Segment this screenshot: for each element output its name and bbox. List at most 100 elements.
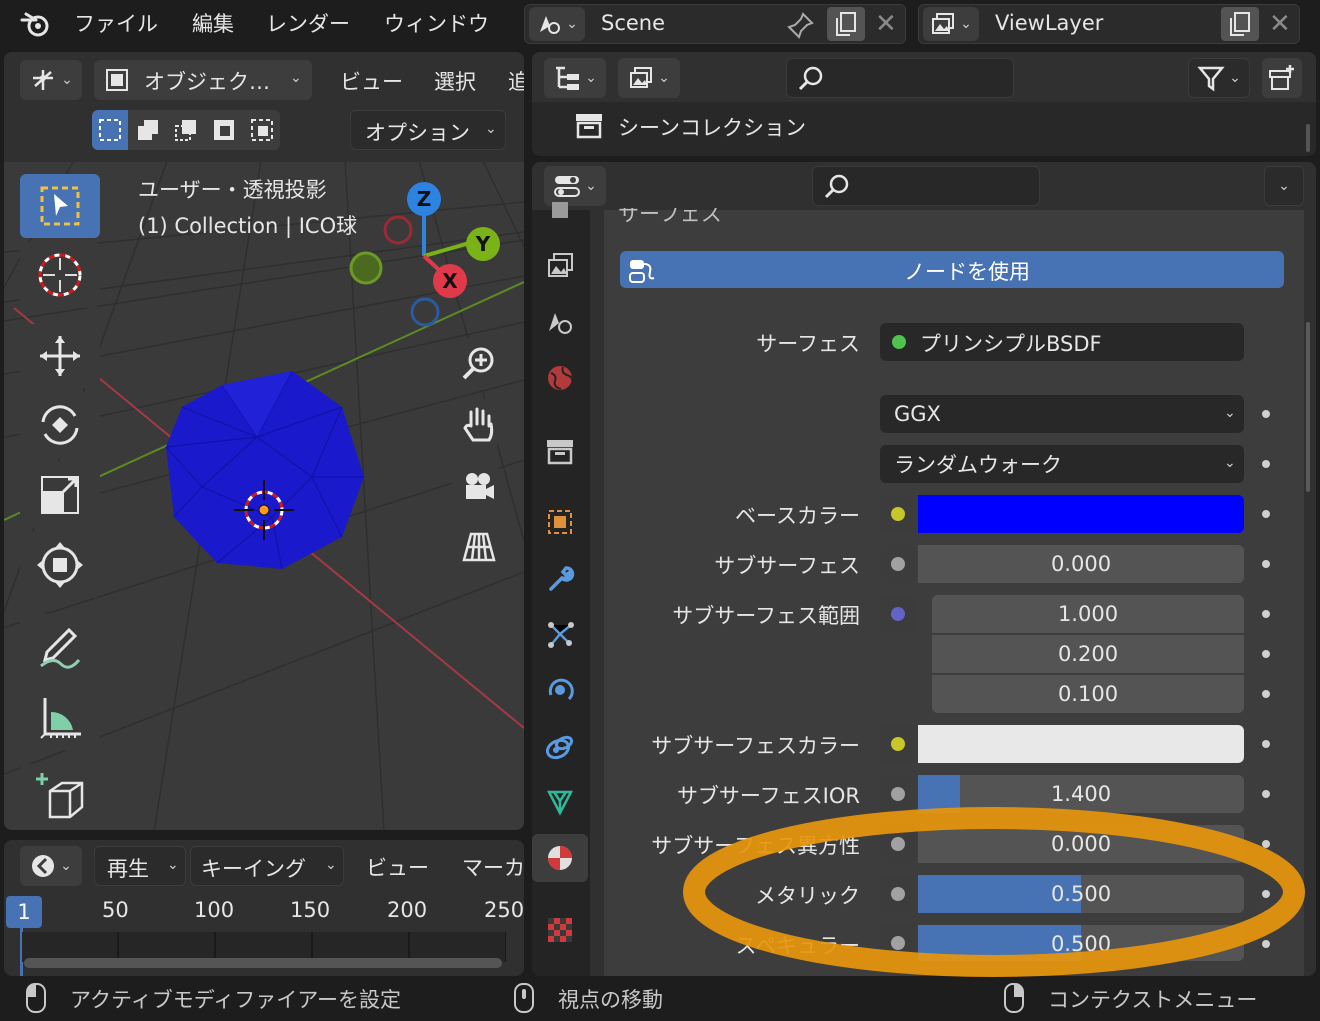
editor-type-dropdown[interactable]: ⌄: [20, 60, 82, 100]
outliner-editor-dropdown[interactable]: ⌄: [544, 58, 606, 98]
new-scene-button[interactable]: [827, 7, 865, 41]
anim-dot[interactable]: [1262, 460, 1270, 468]
anim-dot[interactable]: [1262, 840, 1270, 848]
timeline-scrollbar[interactable]: [24, 958, 502, 968]
tab-tool[interactable]: [536, 198, 584, 222]
tool-add-cube[interactable]: [20, 764, 100, 830]
base-color-socket[interactable]: [880, 495, 916, 533]
specular-socket[interactable]: [880, 925, 916, 961]
anim-dot[interactable]: [1262, 560, 1270, 568]
select-mode-intersect[interactable]: [244, 110, 280, 150]
tool-measure[interactable]: [20, 684, 100, 750]
subsurface-radius-z-field[interactable]: 0.100: [932, 675, 1244, 713]
subsurface-method-dropdown[interactable]: ランダムウォーク ⌄: [880, 445, 1244, 483]
subsurface-anisotropy-socket[interactable]: [880, 825, 916, 863]
tool-select-box[interactable]: [20, 174, 100, 238]
properties-scrollbar[interactable]: [1306, 322, 1310, 492]
new-view-layer-button[interactable]: [1221, 7, 1259, 41]
ico-sphere[interactable]: [162, 367, 368, 573]
anim-dot[interactable]: [1262, 410, 1270, 418]
select-mode-invert[interactable]: [206, 110, 242, 150]
timeline-menu-marker[interactable]: マーカ: [462, 852, 524, 882]
tool-move[interactable]: [20, 324, 100, 388]
subsurface-color-swatch[interactable]: [918, 725, 1244, 763]
subsurface-socket[interactable]: [880, 545, 916, 583]
metallic-socket[interactable]: [880, 875, 916, 913]
new-collection-button[interactable]: [1262, 58, 1302, 98]
gizmo-z-axis[interactable]: Z: [407, 182, 441, 216]
subsurface-color-socket[interactable]: [880, 725, 916, 763]
tab-scene[interactable]: [536, 298, 584, 346]
camera-view-button[interactable]: [452, 460, 506, 514]
specular-field[interactable]: 0.500: [918, 925, 1244, 961]
anim-dot[interactable]: [1262, 790, 1270, 798]
close-icon[interactable]: ✕: [1269, 9, 1291, 39]
keying-menu[interactable]: キーイング ⌄: [190, 846, 344, 886]
tab-world[interactable]: [536, 354, 584, 402]
subsurface-radius-y-field[interactable]: 0.200: [932, 635, 1244, 673]
scene-collection-label[interactable]: シーンコレクション: [618, 112, 806, 142]
close-icon[interactable]: ✕: [875, 9, 897, 39]
menu-window[interactable]: ウィンドウ: [384, 8, 489, 38]
properties-options-dropdown[interactable]: ⌄: [1264, 166, 1304, 206]
gizmo-x-axis[interactable]: X: [433, 264, 467, 298]
subsurface-ior-field[interactable]: 1.400: [918, 775, 1244, 813]
tab-data[interactable]: [536, 778, 584, 826]
subsurface-radius-socket[interactable]: [880, 595, 916, 633]
outliner-scrollbar[interactable]: [1306, 124, 1310, 152]
tab-object[interactable]: [536, 498, 584, 546]
blender-logo-icon[interactable]: [20, 10, 52, 42]
tab-render[interactable]: [536, 242, 584, 290]
scene-type-dropdown[interactable]: ⌄: [529, 7, 585, 41]
tool-scale[interactable]: [20, 462, 100, 528]
gizmo-y-axis[interactable]: Y: [466, 227, 500, 261]
perspective-toggle-button[interactable]: [452, 520, 506, 574]
zoom-button[interactable]: [452, 336, 506, 390]
tab-material[interactable]: [532, 834, 588, 882]
anim-dot[interactable]: [1262, 650, 1270, 658]
anim-dot[interactable]: [1262, 610, 1270, 618]
select-mode-new[interactable]: [92, 110, 128, 150]
tab-modifiers[interactable]: [536, 554, 584, 602]
anim-dot[interactable]: [1262, 940, 1270, 948]
tool-transform[interactable]: [20, 532, 100, 598]
viewport-menu-select[interactable]: 選択: [434, 66, 476, 96]
tab-physics[interactable]: [536, 666, 584, 714]
tool-annotate[interactable]: [20, 614, 100, 680]
section-header-partial[interactable]: サーフェス: [618, 208, 722, 228]
select-mode-extend[interactable]: [130, 110, 166, 150]
current-frame-indicator[interactable]: 1: [6, 896, 42, 928]
tab-particles[interactable]: [536, 610, 584, 658]
filter-dropdown[interactable]: ⌄: [1188, 58, 1250, 98]
menu-edit[interactable]: 編集: [192, 8, 234, 38]
timeline-menu-view[interactable]: ビュー: [366, 852, 429, 882]
view-layer-type-dropdown[interactable]: ⌄: [923, 7, 979, 41]
viewport-menu-add[interactable]: 追: [508, 66, 524, 96]
mode-dropdown[interactable]: オブジェク… ⌄: [94, 60, 312, 100]
tool-cursor[interactable]: [20, 242, 100, 308]
surface-shader-selector[interactable]: プリンシプルBSDF: [880, 323, 1244, 361]
anim-dot[interactable]: [1262, 740, 1270, 748]
viewport-menu-view[interactable]: ビュー: [340, 66, 403, 96]
menu-render[interactable]: レンダー: [266, 8, 350, 38]
subsurface-radius-x-field[interactable]: 1.000: [932, 595, 1244, 633]
scene-name[interactable]: Scene: [601, 11, 665, 35]
timeline-editor-dropdown[interactable]: ⌄: [20, 846, 82, 886]
distribution-dropdown[interactable]: GGX ⌄: [880, 395, 1244, 433]
pan-button[interactable]: [452, 398, 506, 452]
menu-file[interactable]: ファイル: [74, 8, 158, 38]
tool-rotate[interactable]: [20, 392, 100, 458]
options-dropdown[interactable]: オプション ⌄: [350, 110, 506, 150]
playback-menu[interactable]: 再生 ⌄: [94, 846, 186, 886]
subsurface-ior-socket[interactable]: [880, 775, 916, 813]
properties-search-input[interactable]: [812, 166, 1040, 206]
view-layer-name[interactable]: ViewLayer: [995, 11, 1103, 35]
pin-icon[interactable]: [787, 11, 815, 43]
select-mode-subtract[interactable]: [168, 110, 204, 150]
display-mode-dropdown[interactable]: ⌄: [618, 58, 680, 98]
anim-dot[interactable]: [1262, 890, 1270, 898]
anim-dot[interactable]: [1262, 510, 1270, 518]
metallic-field[interactable]: 0.500: [918, 875, 1244, 913]
tab-constraints[interactable]: [536, 722, 584, 770]
base-color-swatch[interactable]: [918, 495, 1244, 533]
